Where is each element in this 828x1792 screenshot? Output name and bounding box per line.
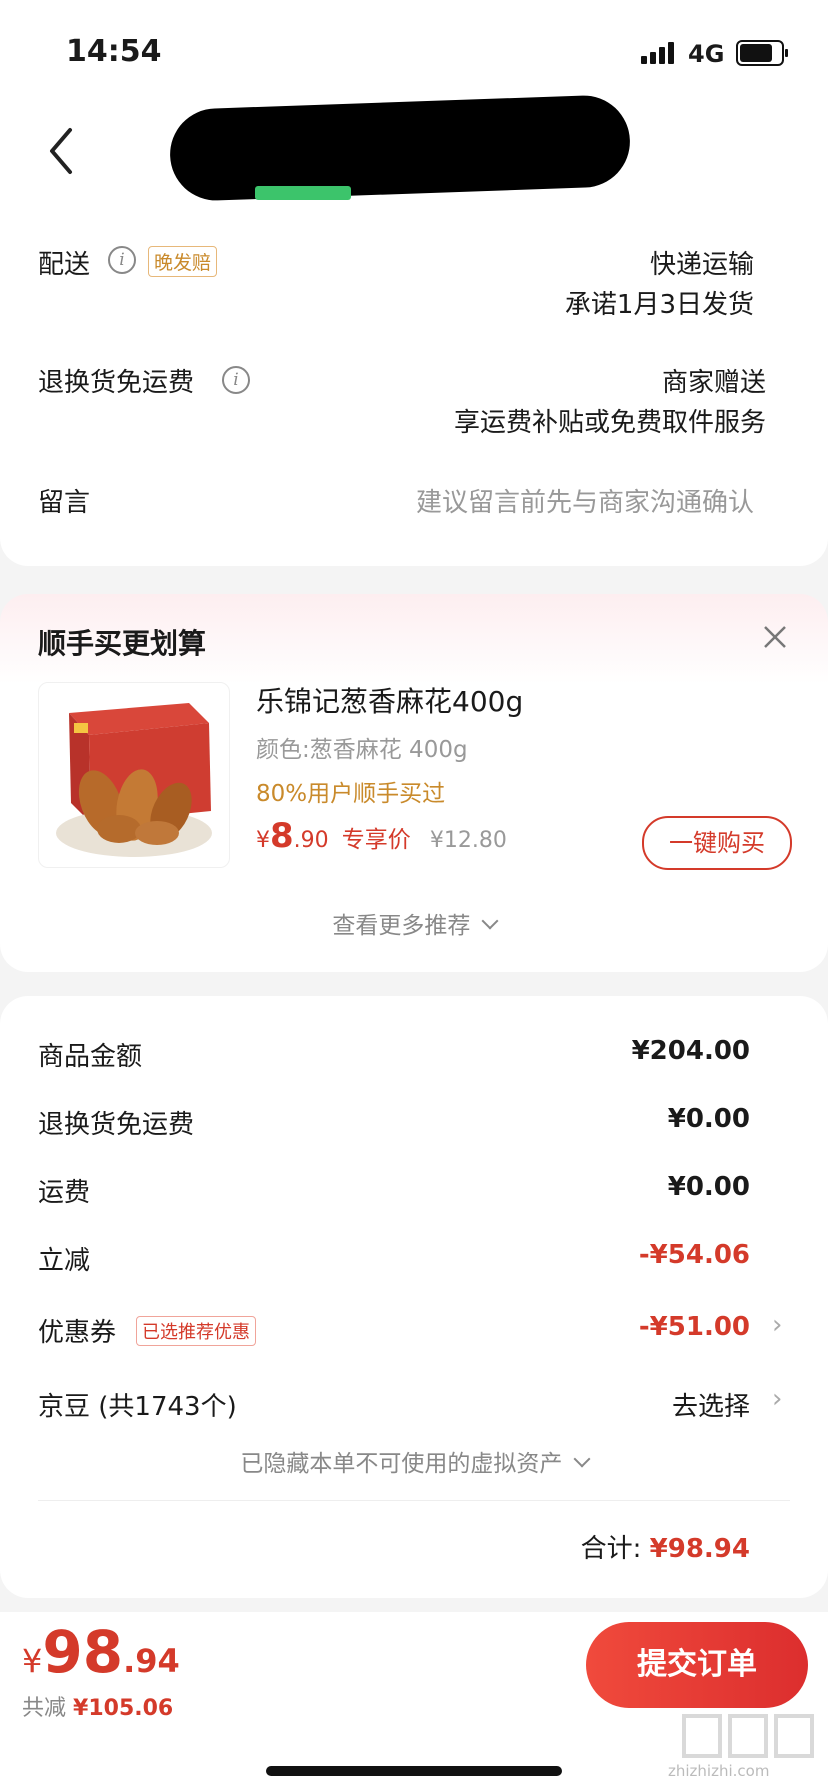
return-shipping-label: 退换货免运费 [38, 368, 195, 398]
more-recommend-label: 查看更多推荐 [332, 913, 471, 939]
watermark-text: zhizhizhi.com [668, 1762, 770, 1780]
product-price: ¥8.90 专享价 ¥12.80 [256, 816, 507, 856]
product-name[interactable]: 乐锦记葱香麻花400g [256, 680, 523, 720]
chevron-right-icon[interactable]: › [772, 1384, 782, 1414]
summary-row-label: 退换货免运费 [38, 1110, 195, 1140]
network-label: 4G [688, 40, 725, 68]
redacted-title [168, 94, 632, 202]
delivery-card: 配送 i 晚发赔 快递运输 承诺1月3日发货 退换货免运费 i 商家赠送 享运费… [0, 210, 828, 566]
status-bar: 14:54 4G [0, 0, 828, 100]
delivery-method: 快递运输 [649, 250, 754, 280]
watermark-logo [680, 1712, 820, 1768]
summary-row-label: 商品金额 [38, 1042, 143, 1072]
one-click-buy-button[interactable]: 一键购买 [642, 816, 792, 870]
info-icon[interactable]: i [222, 366, 250, 394]
back-icon[interactable] [44, 126, 84, 176]
product-variant: 颜色:葱香麻花 400g [256, 737, 468, 763]
message-input[interactable]: 建议留言前先与商家沟通确认 [416, 482, 754, 519]
product-image[interactable] [38, 682, 230, 868]
price-integer: 98 [42, 1618, 124, 1686]
delivery-label: 配送 [38, 250, 91, 280]
home-indicator [266, 1766, 562, 1776]
divider [38, 1500, 790, 1501]
recommend-card: 顺手买更划算 乐锦记葱香麻花400g 颜色:葱香麻花 400g 80%用户顺手买… [0, 594, 828, 972]
price-integer: 8 [270, 816, 294, 856]
chevron-right-icon[interactable]: › [772, 1310, 782, 1340]
summary-row-label: 立减 [38, 1246, 91, 1276]
more-recommend-link[interactable]: 查看更多推荐 [0, 906, 828, 940]
return-shipping-value: 商家赠送 [661, 368, 766, 398]
coupon-value[interactable]: -¥51.00 [639, 1312, 750, 1342]
original-price: ¥12.80 [429, 828, 507, 853]
price-decimal: .90 [293, 828, 329, 853]
close-icon[interactable] [760, 622, 790, 652]
late-delivery-tag: 晚发赔 [148, 246, 218, 277]
delivery-promise: 承诺1月3日发货 [564, 290, 754, 320]
total-label: 合计: [580, 1534, 642, 1564]
jingdou-label: 京豆 (共1743个) [38, 1392, 237, 1422]
summary-row-value: -¥54.06 [638, 1240, 750, 1270]
total-price: ¥98.94 [22, 1618, 180, 1686]
currency-symbol: ¥ [22, 1642, 43, 1680]
summary-row-value: ¥0.00 [667, 1172, 750, 1202]
saved-label: 共减 [22, 1696, 67, 1721]
summary-row-value: ¥0.00 [667, 1104, 750, 1134]
info-icon[interactable]: i [108, 246, 136, 274]
return-shipping-desc: 享运费补贴或免费取件服务 [453, 408, 766, 438]
summary-card: 商品金额 ¥204.00 退换货免运费 ¥0.00 运费 ¥0.00 立减 -¥… [0, 996, 828, 1598]
message-label: 留言 [38, 488, 91, 518]
price-tag: 专享价 [341, 827, 411, 853]
social-proof: 80%用户顺手买过 [256, 781, 446, 807]
price-decimal: .94 [123, 1642, 180, 1680]
green-tag [255, 186, 351, 200]
currency-symbol: ¥ [256, 828, 270, 853]
saved-value: ¥105.06 [73, 1696, 174, 1721]
summary-row-value: ¥204.00 [631, 1036, 750, 1066]
chevron-down-icon [481, 912, 499, 930]
chevron-down-icon [573, 1450, 591, 1468]
submit-order-button[interactable]: 提交订单 [586, 1622, 808, 1708]
coupon-tag: 已选推荐优惠 [136, 1316, 256, 1346]
total-value: ¥98.94 [649, 1534, 750, 1564]
hidden-assets-label: 已隐藏本单不可使用的虚拟资产 [240, 1451, 563, 1477]
saved-amount: 共减 ¥105.06 [22, 1690, 173, 1722]
signal-icon [641, 42, 677, 64]
header [0, 94, 828, 210]
status-time: 14:54 [66, 34, 162, 69]
jingdou-value[interactable]: 去选择 [672, 1386, 750, 1423]
hidden-assets-toggle[interactable]: 已隐藏本单不可使用的虚拟资产 [0, 1444, 828, 1478]
battery-icon [736, 40, 788, 66]
recommend-title: 顺手买更划算 [38, 627, 207, 660]
bottom-bar: ¥98.94 共减 ¥105.06 提交订单 zhizhizhi.com [0, 1612, 828, 1792]
total-row: 合计: ¥98.94 [581, 1528, 750, 1565]
summary-row-label: 运费 [38, 1178, 91, 1208]
coupon-label: 优惠券 [38, 1318, 117, 1348]
